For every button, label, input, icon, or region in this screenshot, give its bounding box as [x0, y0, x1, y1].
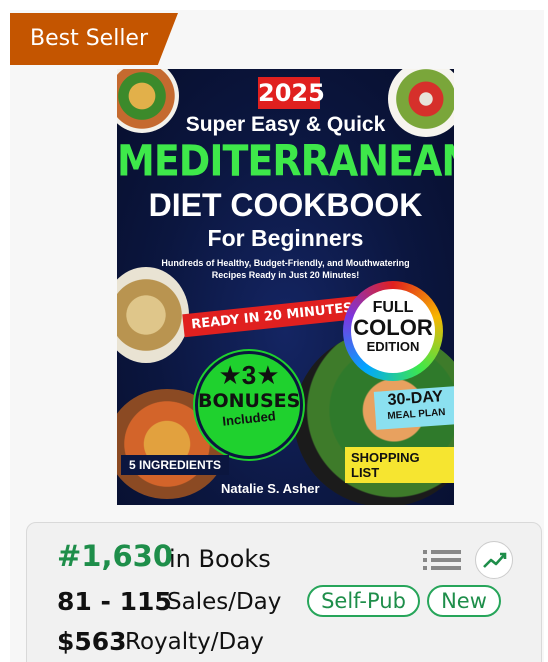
royalty-amount: $563 — [57, 627, 127, 656]
royalty-label: Royalty/Day — [125, 629, 264, 655]
trend-chart-icon — [483, 552, 507, 568]
best-seller-label: Best Seller — [30, 26, 149, 51]
cover-tagline: Super Easy & Quick — [185, 113, 386, 136]
seal-line-edition: EDITION — [366, 339, 420, 354]
seal-line-color: COLOR — [353, 315, 433, 340]
cover-title-diet-cookbook: DIET COOKBOOK — [148, 187, 423, 223]
self-pub-tag[interactable]: Self-Pub — [307, 585, 420, 617]
trend-chart-button[interactable] — [475, 541, 513, 579]
rank-category: in Books — [169, 545, 271, 573]
cover-title-for-beginners: For Beginners — [207, 225, 364, 251]
ready-in-20-minutes-banner: READY IN 20 MINUTES — [182, 295, 362, 338]
pasta-plate-image — [117, 267, 189, 363]
cover-year: 2025 — [258, 77, 325, 109]
sales-label: Sales/Day — [167, 589, 282, 615]
bonus-count: ★3★ — [218, 360, 280, 390]
bonuses-seal: ★3★ BONUSES Included — [195, 351, 303, 459]
stats-panel: #1,630 in Books 81 - 115 Sales/Day Self-… — [26, 522, 542, 662]
sales-rank: #1,630 — [57, 539, 174, 573]
book-cover[interactable]: 2025 Super Easy & Quick MEDITERRANEAN DI… — [117, 69, 454, 505]
shopping-list-tag: SHOPPING LIST — [345, 447, 454, 483]
list-icon[interactable] — [423, 549, 461, 571]
meal-plan-tag: 30-DAY MEAL PLAN — [373, 386, 454, 430]
sales-range: 81 - 115 — [57, 587, 172, 616]
cover-subtitle: Hundreds of Healthy, Budget-Friendly, an… — [161, 258, 410, 280]
cover-title-mediterranean: MEDITERRANEAN — [117, 136, 454, 186]
best-seller-badge: Best Seller — [10, 13, 178, 65]
full-color-edition-seal: FULL COLOR EDITION — [343, 281, 443, 381]
five-ingredients-tag: 5 INGREDIENTS — [121, 455, 230, 475]
cover-author: Natalie S. Asher — [221, 481, 320, 496]
new-tag[interactable]: New — [427, 585, 501, 617]
